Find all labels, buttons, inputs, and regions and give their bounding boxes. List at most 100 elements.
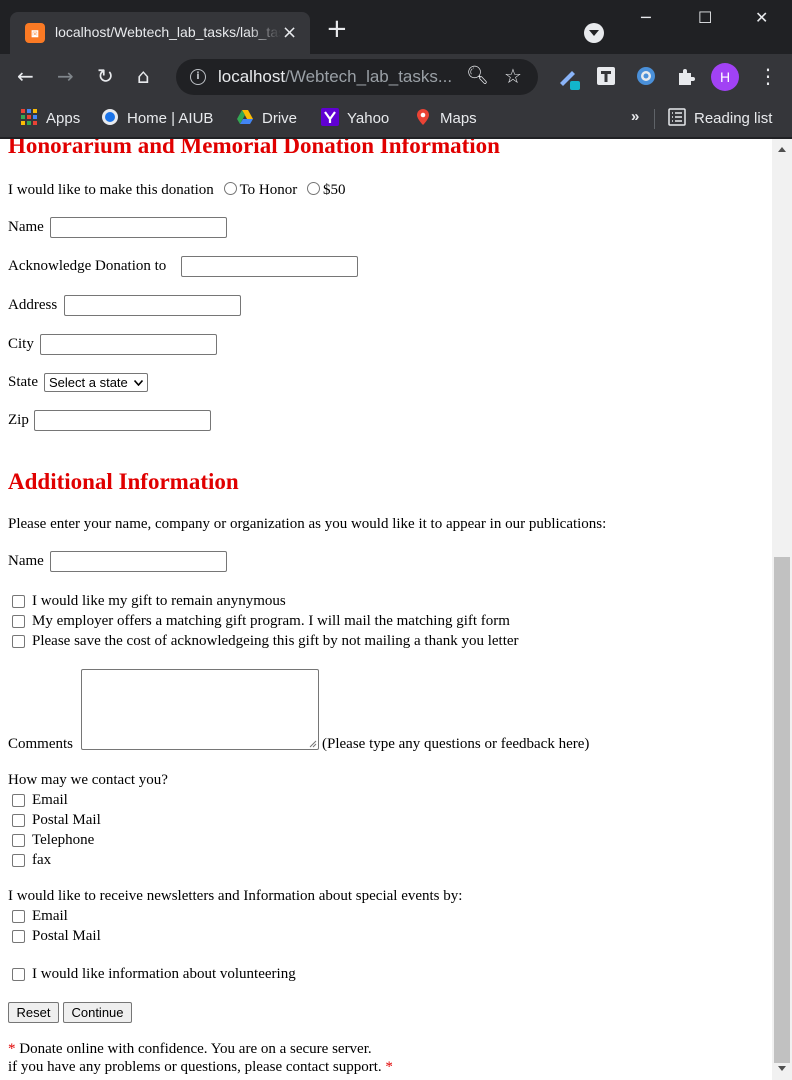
profile-avatar[interactable]: H	[711, 63, 739, 91]
acknowledge-label: Acknowledge Donation to	[8, 258, 167, 274]
bookmark-drive[interactable]: Drive	[236, 108, 297, 127]
menu-kebab-icon[interactable]: ⋮	[758, 64, 778, 88]
donation-label: I would like to make this donation	[8, 182, 214, 198]
required-asterisk: *	[8, 1041, 16, 1057]
yahoo-icon	[321, 108, 339, 126]
address-input[interactable]	[64, 295, 241, 316]
contact-telephone-label: Telephone	[32, 832, 95, 848]
volunteer-checkbox[interactable]	[12, 968, 25, 981]
honorarium-heading: Honorarium and Memorial Donation Informa…	[8, 139, 500, 158]
bookmark-home-aiub[interactable]: Home | AIUB	[101, 108, 213, 127]
anonymous-checkbox[interactable]	[12, 595, 25, 608]
tab-strip: ⧈ localhost/Webtech_lab_tasks/lab_task_2…	[0, 0, 792, 54]
honor-name-label: Name	[8, 219, 44, 235]
chevron-down-icon	[134, 379, 144, 387]
page-viewport: Honorarium and Memorial Donation Informa…	[0, 139, 792, 1080]
back-icon[interactable]: ←	[17, 65, 34, 87]
bookmarks-bar: Apps Home | AIUB Drive Yahoo Maps » Read…	[0, 100, 792, 138]
secure-notice: * Donate online with confidence. You are…	[8, 1041, 372, 1058]
contact-fax-checkbox[interactable]	[12, 854, 25, 867]
apps-grid-icon	[21, 109, 37, 125]
url-text: localhost/Webtech_lab_tasks...	[218, 67, 453, 86]
reading-list-button[interactable]: Reading list	[668, 108, 772, 127]
acknowledge-input[interactable]	[181, 256, 358, 277]
camera-extension-icon[interactable]	[635, 65, 657, 87]
contact-fax-label: fax	[32, 852, 52, 868]
browser-tab[interactable]: ⧈ localhost/Webtech_lab_tasks/lab_task_2…	[10, 12, 310, 54]
support-notice: if you have any problems or questions, p…	[8, 1059, 393, 1076]
city-label: City	[8, 336, 34, 352]
comments-hint: (Please type any questions or feedback h…	[322, 736, 590, 752]
newsletter-question: I would like to receive newsletters and …	[8, 888, 463, 904]
scrollbar-thumb[interactable]	[774, 557, 790, 1063]
resize-grip-icon[interactable]	[309, 740, 317, 748]
publication-name-input[interactable]	[50, 551, 227, 572]
additional-heading: Additional Information	[8, 469, 239, 494]
forward-icon[interactable]: →	[57, 65, 74, 87]
pen-extension-icon[interactable]	[556, 65, 582, 91]
no-thank-you-letter-label: Please save the cost of acknowledgeing t…	[32, 633, 519, 649]
contact-telephone-checkbox[interactable]	[12, 834, 25, 847]
support-notice-text: if you have any problems or questions, p…	[8, 1059, 382, 1075]
continue-button[interactable]: Continue	[63, 1002, 132, 1023]
bookmarks-overflow-icon[interactable]: »	[631, 108, 639, 125]
address-label: Address	[8, 297, 58, 313]
bookmark-star-icon[interactable]: ☆	[504, 64, 522, 88]
newsletter-postal-label: Postal Mail	[32, 928, 101, 944]
required-asterisk: *	[385, 1059, 393, 1075]
new-tab-icon[interactable]: +	[326, 16, 348, 42]
browser-toolbar: ← → ↻ ⌂ i localhost/Webtech_lab_tasks...…	[0, 54, 792, 100]
contact-email-label: Email	[32, 792, 68, 808]
tab-search-icon[interactable]	[584, 23, 604, 43]
contact-postal-checkbox[interactable]	[12, 814, 25, 827]
publication-name-label: Name	[8, 553, 44, 569]
no-thank-you-letter-checkbox[interactable]	[12, 635, 25, 648]
comments-textarea[interactable]	[81, 669, 319, 750]
scroll-down-arrow-icon[interactable]	[778, 1066, 786, 1071]
extensions-puzzle-icon[interactable]	[675, 65, 697, 87]
fifty-dollar-radio[interactable]	[307, 182, 321, 195]
site-info-icon[interactable]: i	[190, 69, 206, 85]
anonymous-label: I would like my gift to remain anynymous	[32, 593, 286, 609]
to-honor-radio[interactable]	[223, 182, 237, 195]
matching-gift-checkbox[interactable]	[12, 615, 25, 628]
contact-question: How may we contact you?	[8, 772, 168, 788]
window-close-icon[interactable]: ✕	[755, 8, 768, 27]
tab-close-icon[interactable]: ×	[282, 22, 297, 43]
address-bar[interactable]: i localhost/Webtech_lab_tasks... 🔍︎ ☆	[176, 59, 538, 95]
bookmark-divider	[654, 109, 655, 129]
zip-input[interactable]	[34, 410, 211, 431]
scroll-up-arrow-icon[interactable]	[778, 147, 786, 152]
reset-button[interactable]: Reset	[8, 1002, 59, 1023]
xampp-favicon-icon: ⧈	[25, 23, 45, 43]
publication-intro: Please enter your name, company or organ…	[8, 516, 607, 532]
newsletter-email-label: Email	[32, 908, 68, 924]
reading-list-icon	[668, 108, 686, 126]
secure-notice-text: Donate online with confidence. You are o…	[19, 1041, 372, 1057]
reload-icon[interactable]: ↻	[97, 65, 114, 87]
newsletter-email-checkbox[interactable]	[12, 910, 25, 923]
zoom-icon[interactable]: 🔍︎	[466, 65, 489, 86]
bookmark-yahoo[interactable]: Yahoo	[321, 108, 389, 127]
newsletter-postal-checkbox[interactable]	[12, 930, 25, 943]
contact-postal-label: Postal Mail	[32, 812, 101, 828]
vertical-scrollbar[interactable]	[772, 139, 792, 1080]
bookmark-apps[interactable]: Apps	[20, 108, 80, 127]
matching-gift-label: My employer offers a matching gift progr…	[32, 613, 510, 629]
comments-label: Comments	[8, 736, 74, 752]
fifty-dollar-label: $50	[323, 182, 346, 198]
maximize-icon[interactable]: ☐	[698, 8, 712, 27]
home-icon[interactable]: ⌂	[137, 65, 150, 87]
text-extension-icon[interactable]	[595, 65, 617, 87]
maps-icon	[417, 109, 429, 125]
contact-email-checkbox[interactable]	[12, 794, 25, 807]
to-honor-label: To Honor	[239, 182, 298, 198]
minimize-icon[interactable]: ─	[641, 8, 651, 27]
city-input[interactable]	[40, 334, 217, 355]
state-label: State	[8, 374, 38, 390]
bookmark-maps[interactable]: Maps	[414, 108, 477, 127]
honor-name-input[interactable]	[50, 217, 227, 238]
state-select[interactable]: Select a state	[44, 373, 149, 392]
tab-title: localhost/Webtech_lab_tasks/lab_task_2.h…	[55, 24, 281, 40]
volunteer-label: I would like information about volunteer…	[32, 966, 296, 982]
